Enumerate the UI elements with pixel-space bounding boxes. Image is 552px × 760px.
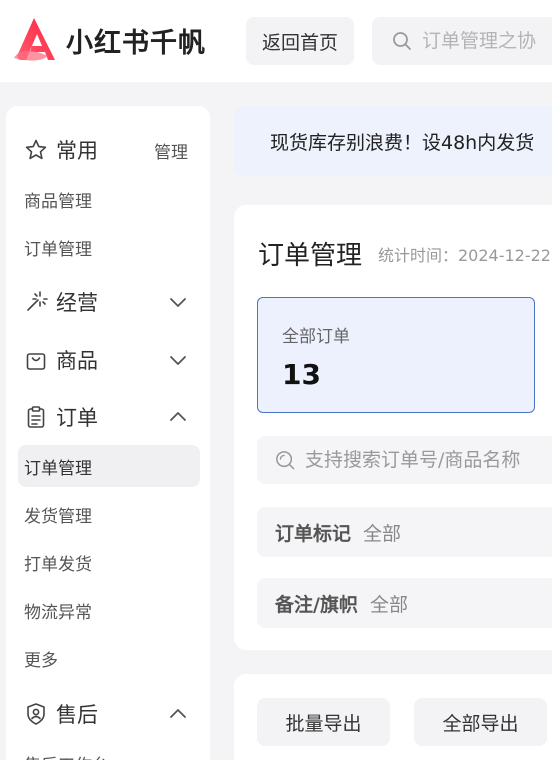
clipboard-icon (27, 406, 45, 428)
top-header: 小红书千帆 返回首页 (0, 0, 552, 82)
batch-export-button[interactable]: 批量导出 (257, 698, 390, 746)
sidebar-section-label: 售后 (56, 703, 98, 727)
shield-user-icon (27, 703, 45, 725)
brand-logo-icon (14, 18, 55, 61)
sidebar-item-logistics-exception[interactable]: 物流异常 (18, 589, 200, 631)
back-home-button[interactable]: 返回首页 (246, 17, 354, 65)
sidebar-item-order-manage-common[interactable]: 订单管理 (18, 226, 200, 268)
export-action-card: 批量导出 全部导出 (234, 674, 552, 760)
filter-label: 订单标记 (275, 522, 352, 545)
notice-banner[interactable]: 现货库存别浪费！设48h内发货 (234, 106, 552, 176)
sidebar-section-label: 订单 (56, 406, 98, 430)
filter-value[interactable]: 全部 (363, 519, 401, 546)
global-search[interactable] (372, 17, 552, 65)
sidebar-item-order-manage[interactable]: 订单管理 (18, 445, 200, 487)
stat-time: 统计时间：2024-12-22 (378, 246, 551, 265)
sidebar-section-label: 商品 (56, 349, 98, 373)
filter-label: 备注/旗帜 (275, 593, 358, 616)
sidebar-section-label: 常用 (56, 139, 98, 163)
order-management-card: 订单管理 统计时间：2024-12-22 全部订单 13 订单标记 全部 备注/… (234, 205, 552, 650)
stat-value: 13 (282, 358, 321, 391)
chevron-down-icon (170, 356, 186, 365)
shopping-bag-icon (26, 353, 46, 370)
sidebar-item-after-sales-workbench[interactable]: 售后工作台 (18, 742, 200, 760)
sidebar-item-more[interactable]: 更多 (18, 637, 200, 679)
logo-text: 小红书千帆 (66, 27, 206, 59)
page-title: 订单管理 (258, 241, 363, 271)
order-search[interactable] (257, 436, 552, 484)
notice-text: 现货库存别浪费！设48h内发货 (270, 131, 535, 154)
sidebar-item-shipping-manage[interactable]: 发货管理 (18, 493, 200, 535)
sidebar-item-product-manage[interactable]: 商品管理 (18, 178, 200, 220)
chevron-down-icon (170, 298, 186, 307)
filter-value[interactable]: 全部 (370, 590, 408, 617)
sidebar-section-operations[interactable]: 经营 (6, 277, 210, 327)
manage-link[interactable]: 管理 (154, 138, 188, 163)
sidebar-section-label: 经营 (56, 291, 98, 315)
stat-card-all-orders[interactable]: 全部订单 13 (257, 297, 535, 413)
sidebar-section-products[interactable]: 商品 (6, 335, 210, 385)
search-icon (276, 451, 295, 470)
sidebar-item-print-ship[interactable]: 打单发货 (18, 541, 200, 583)
sidebar-section-orders[interactable]: 订单 (6, 392, 210, 442)
global-search-input[interactable] (422, 30, 552, 52)
export-all-button[interactable]: 全部导出 (414, 698, 547, 746)
filter-remark-flag[interactable]: 备注/旗帜 全部 (257, 578, 552, 628)
filter-order-mark[interactable]: 订单标记 全部 (257, 507, 552, 557)
star-icon (25, 139, 47, 160)
order-search-input[interactable] (304, 449, 552, 471)
logo[interactable]: 小红书千帆 (8, 14, 206, 66)
chevron-up-icon (170, 412, 186, 421)
magic-wand-icon (27, 291, 48, 311)
sidebar-section-after-sales[interactable]: 售后 (6, 689, 210, 739)
search-icon (393, 32, 411, 50)
sidebar-section-common[interactable]: 常用 管理 (6, 125, 210, 175)
sidebar: 常用 管理 商品管理 订单管理 经营 商品 订单 订单管理 发货管理 打单发货 … (6, 106, 210, 760)
chevron-up-icon (170, 709, 186, 718)
stat-label: 全部订单 (282, 327, 350, 347)
